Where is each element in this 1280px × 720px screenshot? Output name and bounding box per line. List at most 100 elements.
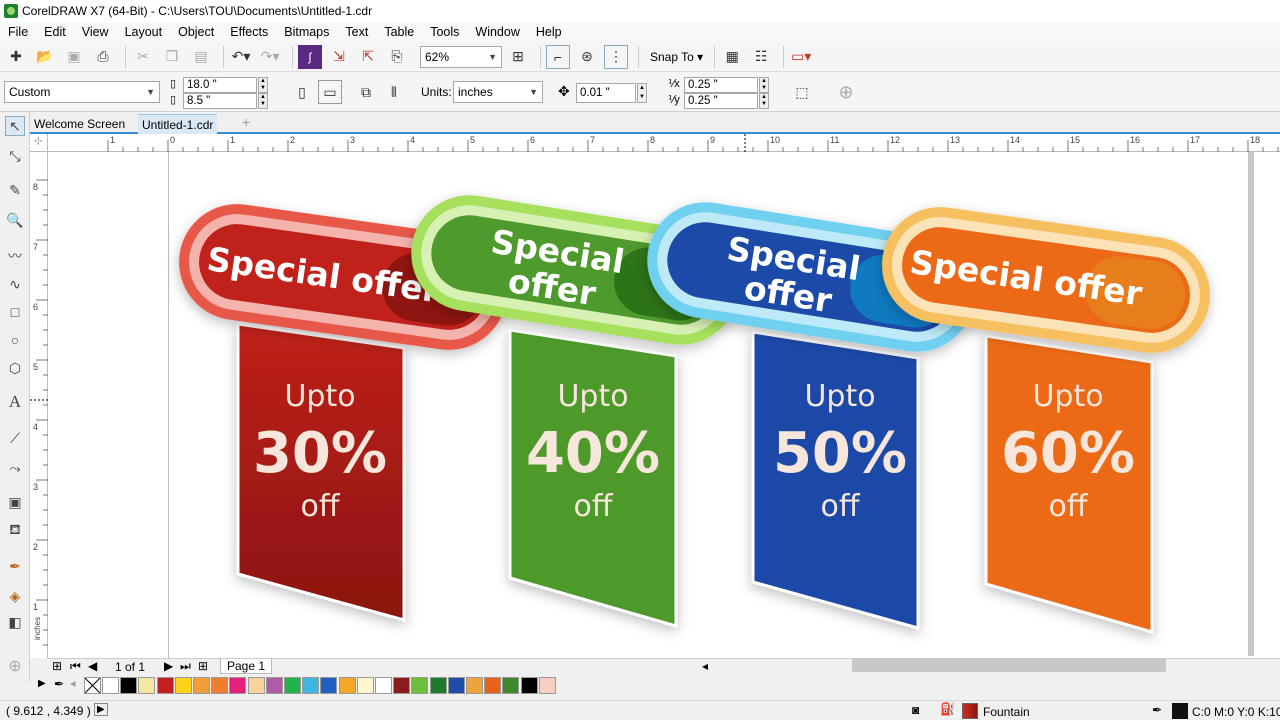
welcome-screen-icon[interactable]: ▦: [720, 45, 744, 69]
rectangle-tool-icon[interactable]: □: [5, 302, 25, 322]
color-swatch[interactable]: [338, 677, 356, 694]
color-swatch[interactable]: [320, 677, 338, 694]
color-swatch[interactable]: [156, 677, 174, 694]
export-icon[interactable]: ⇱: [356, 45, 380, 69]
zoom-level-select[interactable]: 62% ▼: [420, 45, 502, 68]
eyedropper-palette-icon[interactable]: ✒: [54, 677, 64, 691]
page-height-spinner[interactable]: ▲ ▼: [258, 93, 268, 109]
show-grid-icon[interactable]: ⊛: [575, 45, 599, 69]
landscape-icon[interactable]: ▭: [318, 80, 342, 104]
next-page-icon[interactable]: ▶: [164, 659, 173, 673]
menu-object[interactable]: Object: [170, 25, 222, 39]
redo-icon[interactable]: ↷▾: [258, 45, 282, 69]
ruler-origin[interactable]: ⊹: [30, 134, 48, 152]
snap-to-button[interactable]: Snap To ▾: [650, 50, 703, 64]
add-tool-icon[interactable]: ⊕: [5, 656, 25, 676]
nudge-spinner[interactable]: ▲ ▼: [637, 83, 647, 103]
horizontal-ruler[interactable]: 1 0 1 2 3 4 5 6 7 8 9 10 11 12 13 14 15 16 17 18: [48, 134, 1280, 152]
artwork[interactable]: Upto30%offUpto40%offUpto50%offUpto60%off…: [48, 152, 1280, 658]
menu-help[interactable]: Help: [528, 25, 570, 39]
smart-fill-icon[interactable]: ◧: [5, 612, 25, 632]
menu-layout[interactable]: Layout: [117, 25, 171, 39]
vertical-ruler[interactable]: inches 8 7 6 5 4 3 2 1: [30, 152, 48, 658]
portrait-icon[interactable]: ▯: [290, 80, 314, 104]
save-icon[interactable]: ▣: [62, 45, 86, 69]
print-icon[interactable]: ⎙: [91, 45, 115, 69]
add-page-icon[interactable]: ⊞: [52, 659, 62, 673]
color-swatch[interactable]: [302, 677, 320, 694]
import-icon[interactable]: ⇲: [327, 45, 351, 69]
treat-as-filled-icon[interactable]: ⬚: [790, 80, 814, 104]
cut-icon[interactable]: ✂: [131, 45, 155, 69]
vertical-scrollbar[interactable]: [1248, 152, 1254, 656]
paste-icon[interactable]: ▤: [189, 45, 213, 69]
palette-scroll-icon[interactable]: ◂: [70, 677, 76, 690]
freehand-tool-icon[interactable]: 〰: [5, 246, 25, 266]
tab-welcome-screen[interactable]: Welcome Screen: [30, 114, 129, 134]
menu-edit[interactable]: Edit: [36, 25, 74, 39]
zoom-fit-icon[interactable]: ⊞: [506, 45, 530, 69]
duplicate-y-spinner[interactable]: ▲ ▼: [759, 93, 769, 109]
first-page-icon[interactable]: ⏮: [70, 659, 81, 674]
add-icon[interactable]: ⊕: [834, 80, 858, 104]
color-swatch[interactable]: [466, 677, 483, 694]
tab-untitled-1[interactable]: Untitled-1.cdr: [138, 114, 218, 134]
interactive-fill-icon[interactable]: ◈: [5, 586, 25, 606]
color-swatch[interactable]: [447, 677, 465, 694]
color-swatch[interactable]: [120, 677, 138, 694]
menu-table[interactable]: Table: [376, 25, 422, 39]
duplicate-y-input[interactable]: 0.25 ": [684, 93, 758, 109]
snap-icon[interactable]: ◙: [912, 703, 919, 717]
all-pages-icon[interactable]: ⧉: [354, 80, 378, 104]
duplicate-x-input[interactable]: 0.25 ": [684, 77, 758, 93]
menu-text[interactable]: Text: [337, 25, 376, 39]
color-swatch[interactable]: [356, 677, 374, 694]
undo-icon[interactable]: ↶▾: [229, 45, 253, 69]
eyedropper-icon[interactable]: ✒: [5, 556, 25, 576]
menu-file[interactable]: File: [0, 25, 36, 39]
page-width-input[interactable]: 18.0 ": [183, 77, 257, 93]
menu-window[interactable]: Window: [467, 25, 527, 39]
color-swatch[interactable]: [284, 677, 301, 694]
show-rulers-icon[interactable]: ⌐: [546, 44, 570, 69]
zoom-tool-icon[interactable]: 🔍: [5, 210, 25, 230]
nudge-distance-input[interactable]: 0.01 ": [576, 83, 636, 103]
color-swatch[interactable]: [247, 677, 265, 694]
pen-icon[interactable]: ✒: [1152, 703, 1162, 717]
drawing-canvas[interactable]: Upto 30% off Upto 40% off Upto 50% off Upto 60% off…: [48, 152, 1280, 658]
color-swatch[interactable]: [174, 677, 192, 694]
color-swatch[interactable]: [102, 677, 119, 694]
artistic-media-icon[interactable]: ∿: [5, 274, 25, 294]
horizontal-scrollbar[interactable]: [852, 658, 1166, 672]
parallel-dimension-icon[interactable]: ⟋: [5, 428, 25, 448]
search-content-icon[interactable]: ʃ: [298, 44, 322, 69]
color-swatch[interactable]: [538, 677, 556, 694]
menu-tools[interactable]: Tools: [422, 25, 467, 39]
copy-icon[interactable]: ❐: [160, 45, 184, 69]
menu-view[interactable]: View: [74, 25, 117, 39]
color-swatch[interactable]: [193, 677, 210, 694]
pick-tool-icon[interactable]: ↖: [5, 116, 25, 136]
page-width-spinner[interactable]: ▲ ▼: [258, 77, 268, 93]
tab-page-1[interactable]: Page 1: [220, 659, 273, 674]
color-swatch[interactable]: [520, 677, 538, 694]
page-size-select[interactable]: Custom ▼: [4, 81, 160, 103]
color-swatch[interactable]: [429, 677, 447, 694]
prev-page-icon[interactable]: ◀: [88, 659, 97, 673]
polygon-tool-icon[interactable]: ⬡: [5, 358, 25, 378]
options-icon[interactable]: ☷: [749, 45, 773, 69]
application-launcher-icon[interactable]: ▭▾: [789, 45, 813, 69]
color-swatch[interactable]: [211, 677, 229, 694]
shape-tool-icon[interactable]: ⤡: [5, 146, 25, 166]
no-color-swatch[interactable]: [84, 677, 101, 694]
units-select[interactable]: inches ▼: [453, 81, 543, 103]
menu-effects[interactable]: Effects: [222, 25, 276, 39]
color-swatch[interactable]: [502, 677, 520, 694]
drop-shadow-icon[interactable]: ▣: [5, 492, 25, 512]
fill-bucket-icon[interactable]: ⛽: [940, 702, 955, 716]
current-page-icon[interactable]: ⫴: [382, 80, 406, 104]
color-swatch[interactable]: [138, 677, 156, 694]
palette-menu-icon[interactable]: ▶: [38, 678, 46, 689]
menu-bitmaps[interactable]: Bitmaps: [276, 25, 337, 39]
new-document-icon[interactable]: ✚: [4, 45, 28, 69]
